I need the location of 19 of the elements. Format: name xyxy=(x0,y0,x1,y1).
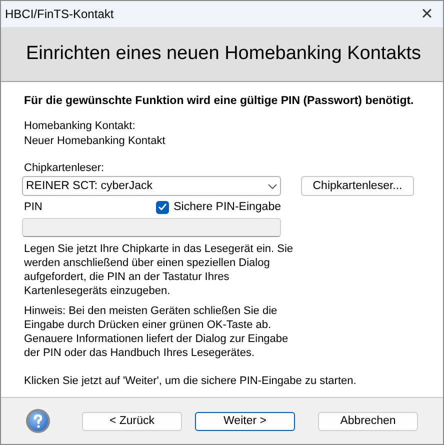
check-icon xyxy=(158,203,167,211)
window-title: HBCI/FinTS-Kontakt xyxy=(5,6,114,23)
instruction-paragraph: Hinweis: Bei den meisten Geräten schließen Sie die Eingabe durch Drücken einer grünen OK-Taste ab. Genauere Informationen liefert der Dialog zur Eingabe der PIN oder das Handbuch Ihres Lesegerätes. xyxy=(24,304,290,360)
contact-value: Neuer Homebanking Kontakt xyxy=(24,134,166,149)
reader-button[interactable]: Chipkartenleser... xyxy=(301,176,414,196)
dialog-button[interactable]: Abbrechen xyxy=(318,412,418,430)
contact-label: Homebanking Kontakt: xyxy=(24,119,136,134)
page-heading: Einrichten eines neuen Homebanking Kontakts xyxy=(26,42,422,66)
pin-label: PIN xyxy=(24,200,42,214)
help-icon[interactable] xyxy=(25,408,51,434)
field-label: Chipkartenleser: xyxy=(24,161,106,176)
reader-dropdown[interactable]: REINER SCT: cyberJack xyxy=(22,176,281,196)
caret-icon xyxy=(268,184,277,188)
instruction-text: Für die gewünschte Funktion wird eine gültige PIN (Passwort) benötigt. xyxy=(24,94,415,109)
instruction-paragraph: Legen Sie jetzt Ihre Chipkarte in das Lesegerät ein. Sie werden anschließend über einen speziellen Dialog aufgefordert, die PIN an der Tastatur Ihres Kartenlesegeräts einzugeben. xyxy=(24,242,294,298)
dialog-button[interactable]: < Zurück xyxy=(82,412,182,430)
instruction-paragraph: Klicken Sie jetzt auf 'Weiter', um die sichere PIN-Eingabe zu starten. xyxy=(24,374,358,388)
dialog-button[interactable]: Weiter > xyxy=(195,412,295,430)
close-button[interactable]: × xyxy=(411,1,443,27)
